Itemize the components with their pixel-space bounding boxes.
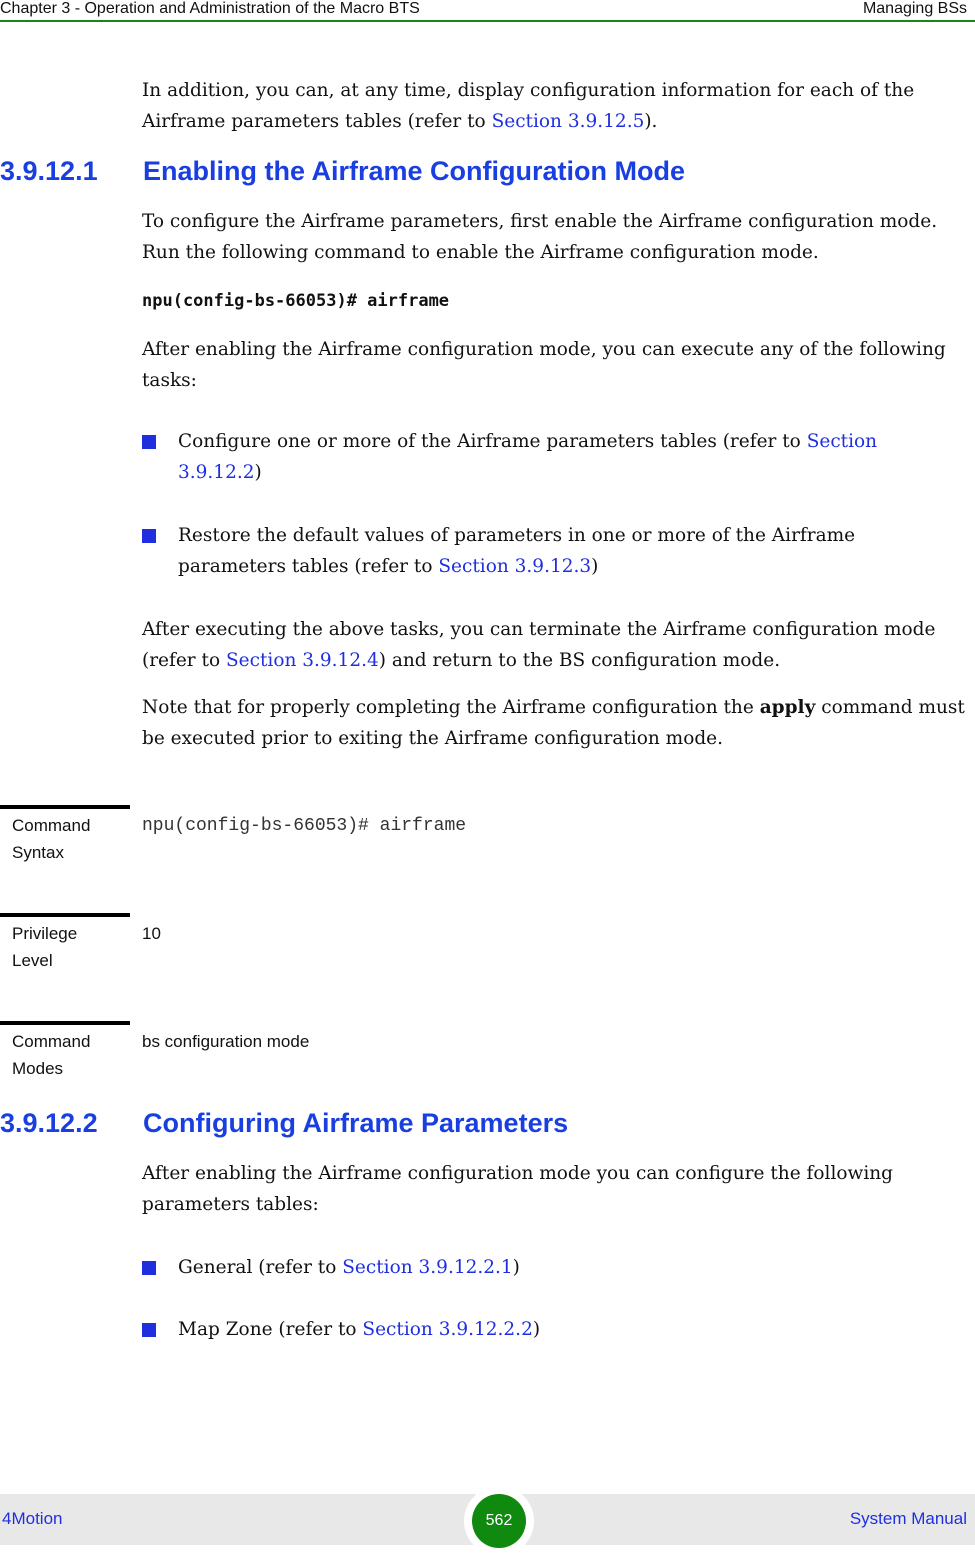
- paragraph-apply-note: Note that for properly completing the Ai…: [142, 697, 965, 749]
- page-header: Chapter 3 - Operation and Administration…: [0, 0, 975, 22]
- value-command-syntax: npu(config-bs-66053)# airframe: [142, 816, 467, 836]
- value-command-modes: bs configuration mode: [142, 1032, 310, 1051]
- value-privilege-level: 10: [142, 924, 161, 943]
- bullet-square-icon: [142, 435, 156, 449]
- paragraph-configure-tables: After enabling the Airframe configuratio…: [142, 1163, 894, 1215]
- bullet-square-icon: [142, 1323, 156, 1337]
- table-divider: [0, 913, 130, 917]
- link-section-3-9-12-2-2[interactable]: Section 3.9.12.2.2: [362, 1319, 532, 1340]
- product-name: 4Motion: [2, 1509, 63, 1528]
- intro-paragraph: In addition, you can, at any time, displ…: [142, 80, 915, 132]
- link-section-3-9-12-2-1[interactable]: Section 3.9.12.2.1: [342, 1257, 512, 1278]
- bullet-square-icon: [142, 1261, 156, 1275]
- paragraph-tasks: After enabling the Airframe configuratio…: [142, 339, 946, 391]
- command-example: npu(config-bs-66053)# airframe: [142, 291, 450, 311]
- paragraph-enable-mode: To configure the Airframe parameters, fi…: [142, 211, 938, 263]
- label-command-modes: Command Modes: [12, 1032, 91, 1078]
- table-divider: [0, 805, 130, 809]
- section-title: Managing BSs: [862, 0, 967, 17]
- label-command-syntax: Command Syntax: [12, 816, 91, 862]
- page-footer: 4Motion 562 System Manual: [0, 1486, 975, 1556]
- bullet-square-icon: [142, 529, 156, 543]
- link-section-3-9-12-3[interactable]: Section 3.9.12.3: [438, 556, 591, 577]
- label-privilege-level: Privilege Level: [12, 924, 78, 970]
- table-divider: [0, 1021, 130, 1025]
- link-section-3-9-12-5[interactable]: Section 3.9.12.5: [492, 111, 645, 132]
- link-section-3-9-12-4[interactable]: Section 3.9.12.4: [226, 650, 379, 671]
- apply-keyword: apply: [759, 697, 816, 718]
- manual-name: System Manual: [849, 1509, 967, 1528]
- header-divider: [0, 20, 975, 22]
- page-number: 562: [472, 1494, 526, 1548]
- chapter-title: Chapter 3 - Operation and Administration…: [0, 0, 420, 17]
- paragraph-terminate: After executing the above tasks, you can…: [142, 619, 936, 671]
